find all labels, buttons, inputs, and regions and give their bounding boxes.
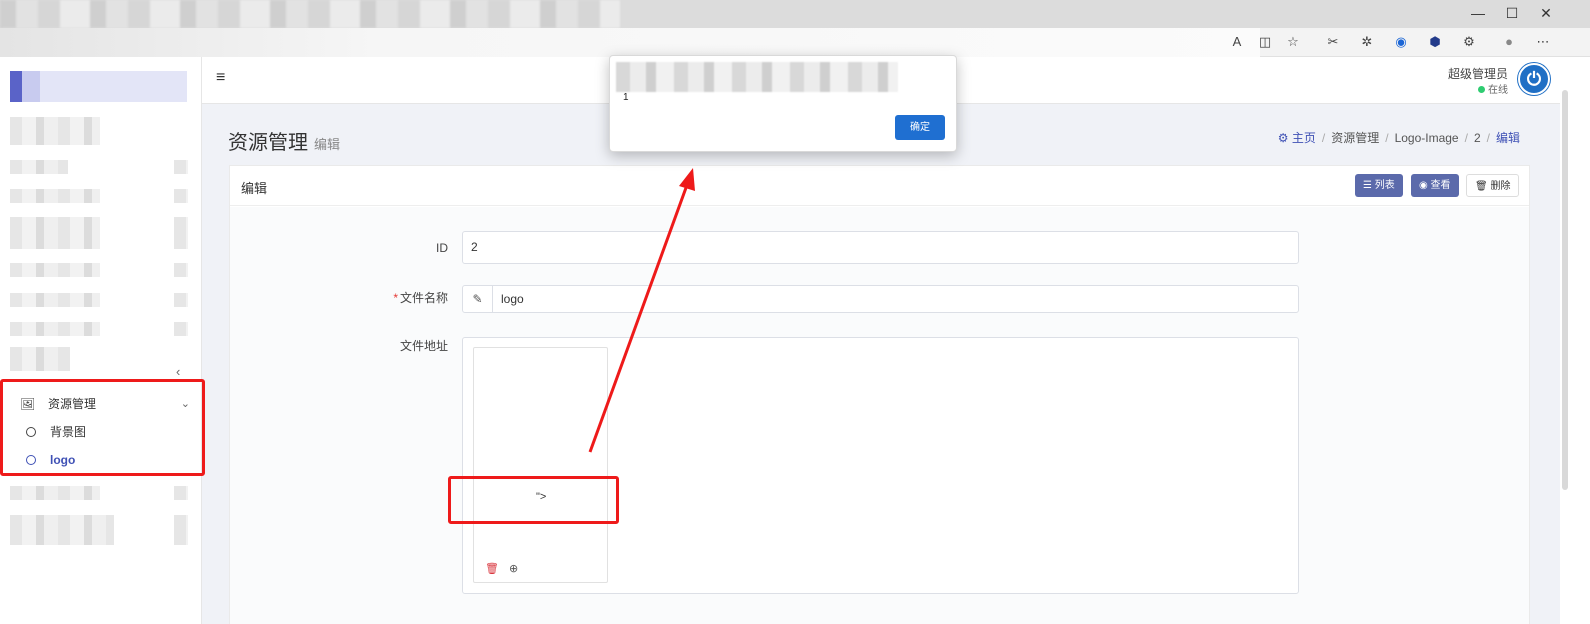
blurred-dialog-origin (616, 62, 898, 92)
page-subtitle: 编辑 (314, 137, 341, 152)
scrollbar-thumb[interactable] (1562, 90, 1568, 490)
blurred-menu-item[interactable] (10, 117, 100, 145)
trash-icon[interactable]: 🗑 (485, 562, 499, 575)
pencil-icon: ✎ (463, 286, 493, 312)
id-field[interactable]: 2 (462, 231, 1299, 264)
minimize-icon[interactable]: — (1460, 2, 1496, 24)
page-title-text: 资源管理 (228, 132, 308, 154)
blurred-menu-item[interactable] (10, 347, 70, 371)
delete-button[interactable]: 🗑 删除 (1466, 174, 1520, 197)
annotation-box-thumbnail (448, 476, 619, 524)
more-icon[interactable]: ⋯ (1532, 31, 1554, 53)
user-name[interactable]: 超级管理员 (1448, 65, 1508, 82)
maximize-icon[interactable]: ☐ (1494, 2, 1530, 24)
collapse-arrow-icon[interactable]: ‹ (176, 364, 180, 379)
filename-value: logo (501, 292, 524, 306)
breadcrumb-home[interactable]: ⚙ 主页 (1278, 131, 1316, 145)
id-label: ID (436, 241, 448, 255)
dialog-ok-button[interactable]: 确定 (895, 115, 945, 140)
blurred-menu-item[interactable] (10, 322, 100, 336)
read-aloud-icon[interactable]: A (1226, 31, 1248, 53)
breadcrumb-separator: / (1464, 131, 1468, 145)
page-title: 资源管理 编辑 (228, 126, 340, 155)
blurred-tab[interactable] (0, 0, 620, 28)
breadcrumb-item[interactable]: Logo-Image (1395, 131, 1459, 145)
tools-icon[interactable]: ✂ (1322, 31, 1344, 53)
breadcrumb-item[interactable]: 资源管理 (1331, 131, 1379, 145)
avatar[interactable]: ⏻ (1518, 63, 1550, 95)
blurred-menu-item[interactable] (174, 217, 188, 249)
breadcrumb-separator: / (1486, 131, 1490, 145)
breadcrumb-item[interactable]: 2 (1474, 131, 1481, 145)
dialog-message: 1 (623, 92, 629, 103)
list-button[interactable]: ☰ 列表 (1355, 174, 1403, 197)
blurred-menu-item[interactable] (10, 263, 100, 277)
filename-label: * 文件名称 (328, 289, 448, 306)
hamburger-icon[interactable]: ≡ (216, 69, 225, 87)
circle-extension-icon[interactable]: ◉ (1390, 31, 1412, 53)
profile-icon[interactable]: ● (1498, 31, 1520, 53)
favorite-icon[interactable]: ☆ (1282, 31, 1304, 53)
blurred-menu-item[interactable] (10, 189, 100, 203)
card-header: 编辑 ☰ 列表 ◉ 查看 🗑 删除 (230, 166, 1529, 206)
alert-dialog: 1 确定 (609, 55, 957, 152)
blurred-menu-item[interactable] (10, 486, 100, 500)
breadcrumb: ⚙ 主页 / 资源管理 / Logo-Image / 2 / 编辑 (1278, 129, 1520, 146)
extension-icon[interactable]: ✲ (1356, 31, 1378, 53)
close-icon[interactable]: ✕ (1528, 2, 1564, 24)
zoom-in-icon[interactable]: ⊕ (509, 562, 518, 575)
blurred-menu-item[interactable] (174, 189, 188, 203)
status-dot-icon (1478, 86, 1485, 93)
user-status: 在线 (1478, 81, 1508, 96)
status-text: 在线 (1488, 85, 1508, 96)
breadcrumb-separator: / (1321, 131, 1326, 145)
annotation-box-menu (0, 379, 205, 476)
image-thumbnail[interactable]: "> 🗑 ⊕ (473, 347, 608, 583)
hex-extension-icon[interactable]: ⬢ (1424, 31, 1446, 53)
breadcrumb-home-label: 主页 (1291, 131, 1316, 145)
filename-label-text: 文件名称 (399, 291, 448, 305)
breadcrumb-separator: / (1385, 131, 1389, 145)
blurred-menu-item[interactable] (174, 486, 188, 500)
fileaddr-label: 文件地址 (399, 339, 448, 353)
blurred-menu-item[interactable] (10, 217, 100, 249)
tab-strip (0, 0, 1590, 28)
view-button[interactable]: ◉ 查看 (1411, 174, 1459, 197)
address-bar[interactable] (0, 28, 1260, 57)
filename-field[interactable]: ✎ logo (462, 285, 1299, 313)
card-title: 编辑 (241, 181, 268, 196)
blurred-menu-item[interactable] (10, 293, 100, 307)
breadcrumb-current: 编辑 (1495, 131, 1520, 145)
blurred-menu-item[interactable] (174, 515, 188, 545)
blurred-menu-item[interactable] (10, 515, 114, 545)
blurred-menu-item[interactable] (174, 160, 188, 174)
logo[interactable] (10, 71, 187, 102)
blurred-menu-item[interactable] (10, 160, 68, 174)
required-mark: * (393, 291, 398, 305)
card-body: ID 2 * 文件名称 ✎ logo 文件地址 "> 🗑 ⊕ (230, 207, 1529, 624)
sidebar: ‹ 🖼 资源管理 ⌄ 背景图 logo (0, 57, 202, 624)
split-screen-icon[interactable]: ◫ (1254, 31, 1276, 53)
puzzle-icon[interactable]: ⚙ (1458, 31, 1480, 53)
blurred-menu-item[interactable] (174, 293, 188, 307)
browser-toolbar: — ☐ ✕ A ◫ ☆ ✂ ✲ ◉ ⬢ ⚙ ● ⋯ (0, 0, 1590, 57)
edit-card: 编辑 ☰ 列表 ◉ 查看 🗑 删除 ID 2 * 文件名称 ✎ logo 文件地址… (229, 165, 1530, 624)
blurred-menu-item[interactable] (174, 263, 188, 277)
blurred-menu-item[interactable] (174, 322, 188, 336)
